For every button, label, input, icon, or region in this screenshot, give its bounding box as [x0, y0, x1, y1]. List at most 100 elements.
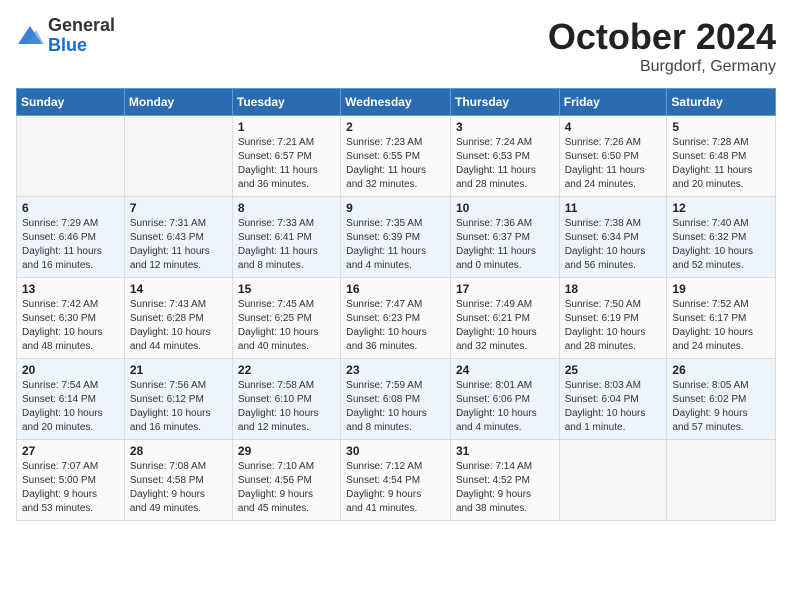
day-info: Sunrise: 7:49 AM Sunset: 6:21 PM Dayligh…	[456, 298, 554, 354]
day-number: 30	[346, 444, 445, 458]
day-number: 11	[565, 201, 662, 215]
day-number: 22	[238, 363, 335, 377]
day-info: Sunrise: 7:23 AM Sunset: 6:55 PM Dayligh…	[346, 136, 445, 192]
weekday-header: Monday	[124, 89, 232, 116]
calendar-cell: 9 Sunrise: 7:35 AM Sunset: 6:39 PM Daylig…	[341, 197, 451, 278]
day-info: Sunrise: 7:24 AM Sunset: 6:53 PM Dayligh…	[456, 136, 554, 192]
calendar-cell: 17Sunrise: 7:49 AM Sunset: 6:21 PM Dayli…	[450, 278, 559, 359]
day-info: Sunrise: 7:14 AM Sunset: 4:52 PM Dayligh…	[456, 460, 554, 516]
day-number: 16	[346, 282, 445, 296]
calendar-cell: 18Sunrise: 7:50 AM Sunset: 6:19 PM Dayli…	[559, 278, 667, 359]
weekday-header: Tuesday	[232, 89, 340, 116]
calendar-cell: 7Sunrise: 7:31 AM Sunset: 6:43 PM Daylig…	[124, 197, 232, 278]
day-number: 25	[565, 363, 662, 377]
day-number: 15	[238, 282, 335, 296]
calendar-cell: 23Sunrise: 7:59 AM Sunset: 6:08 PM Dayli…	[341, 359, 451, 440]
day-number: 19	[672, 282, 770, 296]
day-number: 3	[456, 120, 554, 134]
weekday-header: Friday	[559, 89, 667, 116]
day-info: Sunrise: 8:05 AM Sunset: 6:02 PM Dayligh…	[672, 379, 770, 435]
day-number: 10	[456, 201, 554, 215]
calendar-week-row: 6 Sunrise: 7:29 AM Sunset: 6:46 PM Daylig…	[17, 197, 776, 278]
calendar-cell: 21Sunrise: 7:56 AM Sunset: 6:12 PM Dayli…	[124, 359, 232, 440]
calendar-cell: 22 Sunrise: 7:58 AM Sunset: 6:10 PM Dayli…	[232, 359, 340, 440]
day-number: 14	[130, 282, 227, 296]
calendar-cell: 12 Sunrise: 7:40 AM Sunset: 6:32 PM Dayli…	[667, 197, 776, 278]
day-number: 27	[22, 444, 119, 458]
day-info: Sunrise: 7:35 AM Sunset: 6:39 PM Dayligh…	[346, 217, 445, 273]
calendar-cell: 10 Sunrise: 7:36 AM Sunset: 6:37 PM Dayli…	[450, 197, 559, 278]
calendar-cell: 2 Sunrise: 7:23 AM Sunset: 6:55 PM Daylig…	[341, 116, 451, 197]
day-info: Sunrise: 7:47 AM Sunset: 6:23 PM Dayligh…	[346, 298, 445, 354]
calendar-cell: 4 Sunrise: 7:26 AM Sunset: 6:50 PM Daylig…	[559, 116, 667, 197]
day-info: Sunrise: 8:03 AM Sunset: 6:04 PM Dayligh…	[565, 379, 662, 435]
calendar-table: SundayMondayTuesdayWednesdayThursdayFrid…	[16, 88, 776, 521]
weekday-header-row: SundayMondayTuesdayWednesdayThursdayFrid…	[17, 89, 776, 116]
page-header: General Blue October 2024 Burgdorf, Germ…	[16, 16, 776, 76]
day-info: Sunrise: 7:21 AM Sunset: 6:57 PM Dayligh…	[238, 136, 335, 192]
weekday-header: Saturday	[667, 89, 776, 116]
calendar-cell: 5Sunrise: 7:28 AM Sunset: 6:48 PM Daylig…	[667, 116, 776, 197]
day-number: 24	[456, 363, 554, 377]
day-number: 9	[346, 201, 445, 215]
day-info: Sunrise: 8:01 AM Sunset: 6:06 PM Dayligh…	[456, 379, 554, 435]
calendar-cell: 1 Sunrise: 7:21 AM Sunset: 6:57 PM Daylig…	[232, 116, 340, 197]
day-info: Sunrise: 7:29 AM Sunset: 6:46 PM Dayligh…	[22, 217, 119, 273]
logo: General Blue	[16, 16, 115, 56]
calendar-cell	[559, 440, 667, 521]
calendar-cell: 14Sunrise: 7:43 AM Sunset: 6:28 PM Dayli…	[124, 278, 232, 359]
day-number: 4	[565, 120, 662, 134]
calendar-cell: 16 Sunrise: 7:47 AM Sunset: 6:23 PM Dayli…	[341, 278, 451, 359]
day-info: Sunrise: 7:54 AM Sunset: 6:14 PM Dayligh…	[22, 379, 119, 435]
day-info: Sunrise: 7:58 AM Sunset: 6:10 PM Dayligh…	[238, 379, 335, 435]
day-info: Sunrise: 7:38 AM Sunset: 6:34 PM Dayligh…	[565, 217, 662, 273]
day-number: 12	[672, 201, 770, 215]
calendar-week-row: 13Sunrise: 7:42 AM Sunset: 6:30 PM Dayli…	[17, 278, 776, 359]
day-number: 28	[130, 444, 227, 458]
day-info: Sunrise: 7:07 AM Sunset: 5:00 PM Dayligh…	[22, 460, 119, 516]
calendar-week-row: 27 Sunrise: 7:07 AM Sunset: 5:00 PM Dayli…	[17, 440, 776, 521]
day-info: Sunrise: 7:52 AM Sunset: 6:17 PM Dayligh…	[672, 298, 770, 354]
day-number: 6	[22, 201, 119, 215]
day-info: Sunrise: 7:10 AM Sunset: 4:56 PM Dayligh…	[238, 460, 335, 516]
logo-general-text: General	[48, 16, 115, 36]
day-info: Sunrise: 7:40 AM Sunset: 6:32 PM Dayligh…	[672, 217, 770, 273]
day-number: 5	[672, 120, 770, 134]
day-number: 2	[346, 120, 445, 134]
calendar-cell: 15 Sunrise: 7:45 AM Sunset: 6:25 PM Dayli…	[232, 278, 340, 359]
calendar-cell: 24 Sunrise: 8:01 AM Sunset: 6:06 PM Dayli…	[450, 359, 559, 440]
day-info: Sunrise: 7:59 AM Sunset: 6:08 PM Dayligh…	[346, 379, 445, 435]
calendar-cell: 19 Sunrise: 7:52 AM Sunset: 6:17 PM Dayli…	[667, 278, 776, 359]
day-number: 26	[672, 363, 770, 377]
logo-icon	[16, 22, 44, 50]
day-info: Sunrise: 7:45 AM Sunset: 6:25 PM Dayligh…	[238, 298, 335, 354]
calendar-cell: 30 Sunrise: 7:12 AM Sunset: 4:54 PM Dayli…	[341, 440, 451, 521]
title-area: October 2024 Burgdorf, Germany	[548, 16, 776, 76]
calendar-week-row: 1 Sunrise: 7:21 AM Sunset: 6:57 PM Daylig…	[17, 116, 776, 197]
calendar-cell: 6 Sunrise: 7:29 AM Sunset: 6:46 PM Daylig…	[17, 197, 125, 278]
calendar-cell	[124, 116, 232, 197]
day-info: Sunrise: 7:36 AM Sunset: 6:37 PM Dayligh…	[456, 217, 554, 273]
calendar-cell: 11 Sunrise: 7:38 AM Sunset: 6:34 PM Dayli…	[559, 197, 667, 278]
weekday-header: Wednesday	[341, 89, 451, 116]
day-info: Sunrise: 7:50 AM Sunset: 6:19 PM Dayligh…	[565, 298, 662, 354]
day-info: Sunrise: 7:26 AM Sunset: 6:50 PM Dayligh…	[565, 136, 662, 192]
day-number: 1	[238, 120, 335, 134]
logo-blue-text: Blue	[48, 36, 115, 56]
month-title: October 2024	[548, 16, 776, 58]
calendar-cell: 20Sunrise: 7:54 AM Sunset: 6:14 PM Dayli…	[17, 359, 125, 440]
calendar-cell: 28Sunrise: 7:08 AM Sunset: 4:58 PM Dayli…	[124, 440, 232, 521]
calendar-cell: 27 Sunrise: 7:07 AM Sunset: 5:00 PM Dayli…	[17, 440, 125, 521]
calendar-cell: 25 Sunrise: 8:03 AM Sunset: 6:04 PM Dayli…	[559, 359, 667, 440]
day-info: Sunrise: 7:12 AM Sunset: 4:54 PM Dayligh…	[346, 460, 445, 516]
day-number: 31	[456, 444, 554, 458]
weekday-header: Thursday	[450, 89, 559, 116]
location-subtitle: Burgdorf, Germany	[548, 58, 776, 76]
calendar-cell: 3 Sunrise: 7:24 AM Sunset: 6:53 PM Daylig…	[450, 116, 559, 197]
day-number: 29	[238, 444, 335, 458]
calendar-cell: 31 Sunrise: 7:14 AM Sunset: 4:52 PM Dayli…	[450, 440, 559, 521]
day-info: Sunrise: 7:31 AM Sunset: 6:43 PM Dayligh…	[130, 217, 227, 273]
day-number: 8	[238, 201, 335, 215]
day-number: 13	[22, 282, 119, 296]
calendar-cell: 29 Sunrise: 7:10 AM Sunset: 4:56 PM Dayli…	[232, 440, 340, 521]
